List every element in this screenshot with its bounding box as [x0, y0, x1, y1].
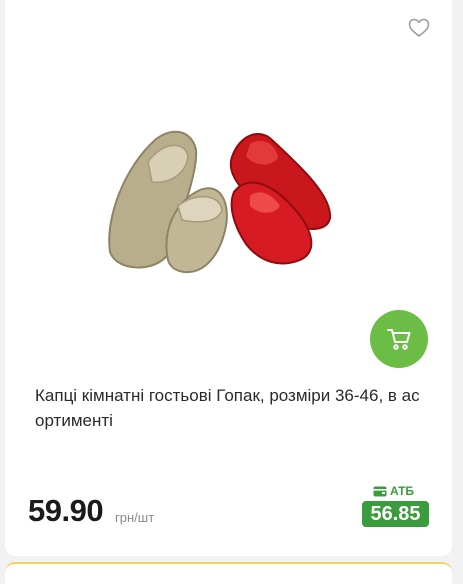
product-price: 59.90	[28, 493, 104, 528]
price-unit: грн/шт	[115, 510, 155, 525]
wallet-icon	[373, 486, 387, 496]
add-to-cart-button[interactable]	[370, 310, 428, 368]
beige-slippers-image	[108, 130, 228, 274]
next-product-card[interactable]	[5, 562, 452, 584]
heart-icon[interactable]	[408, 18, 430, 38]
store-price-label: АТБ	[373, 484, 414, 498]
product-title[interactable]: Капці кімнатні гостьові Гопак, розміри 3…	[35, 383, 425, 433]
store-name: АТБ	[390, 484, 415, 498]
red-slippers-image	[229, 133, 332, 265]
product-card[interactable]: Капці кімнатні гостьові Гопак, розміри 3…	[5, 0, 452, 556]
shopping-cart-icon	[387, 329, 411, 350]
store-price-badge: 56.85	[362, 501, 429, 527]
product-image[interactable]	[100, 122, 370, 277]
